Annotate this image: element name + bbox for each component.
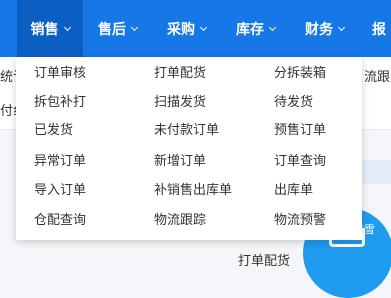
menu-item-presale-orders[interactable]: 预售订单 <box>274 122 326 140</box>
chevron-down-icon <box>63 23 71 31</box>
nav-after-sales[interactable]: 售后 <box>98 0 139 57</box>
nav-inventory-label: 库存 <box>236 21 264 38</box>
nav-reports-label: 报 <box>372 21 386 38</box>
menu-item-warehouse-query[interactable]: 仓配查询 <box>34 212 86 230</box>
menu-item-order-review[interactable]: 订单审核 <box>34 65 86 83</box>
menu-item-shipped[interactable]: 已发货 <box>34 122 73 140</box>
nav-sales[interactable]: 销售 <box>17 0 83 57</box>
top-nav: 销售 售后 采购 库存 财务 报 <box>0 0 391 57</box>
menu-item-exception-orders[interactable]: 异常订单 <box>34 153 86 171</box>
nav-finance-label: 财务 <box>305 21 333 38</box>
nav-after-sales-label: 售后 <box>98 21 126 38</box>
menu-item-order-query[interactable]: 订单查询 <box>274 153 326 171</box>
menu-item-pending-shipment[interactable]: 待发货 <box>274 94 313 112</box>
nav-inventory[interactable]: 库存 <box>236 0 277 57</box>
menu-item-unpaid-orders[interactable]: 未付款订单 <box>154 122 219 140</box>
menu-item-split-packing[interactable]: 分拆装箱 <box>274 65 326 83</box>
menu-item-unpack-reprint[interactable]: 拆包补打 <box>34 94 86 112</box>
menu-item-outbound-list[interactable]: 出库单 <box>274 182 313 200</box>
menu-item-import-orders[interactable]: 导入订单 <box>34 182 86 200</box>
menu-item-sales-outbound[interactable]: 补销售出库单 <box>154 182 232 200</box>
chevron-down-icon <box>130 23 139 31</box>
nav-reports[interactable]: 报 <box>372 0 386 57</box>
menu-item-logistics-tracking[interactable]: 物流跟踪 <box>154 212 206 230</box>
nav-purchase-label: 采购 <box>167 21 195 38</box>
background-label: 打单配货 <box>238 254 291 269</box>
nav-purchase[interactable]: 采购 <box>167 0 208 57</box>
sales-dropdown-menu: 订单审核 拆包补打 已发货 异常订单 导入订单 仓配查询 打单配货 扫描发货 未… <box>16 57 362 240</box>
nav-finance[interactable]: 财务 <box>305 0 346 57</box>
background-text: 流跟 <box>364 70 391 85</box>
chevron-down-icon <box>268 23 277 31</box>
menu-item-new-order[interactable]: 新增订单 <box>154 153 206 171</box>
chevron-down-icon <box>337 23 346 31</box>
nav-sales-label: 销售 <box>30 21 59 38</box>
menu-item-scan-ship[interactable]: 扫描发货 <box>154 94 206 112</box>
menu-item-print-picking[interactable]: 打单配货 <box>154 65 206 83</box>
menu-item-logistics-alert[interactable]: 物流预警 <box>274 212 326 230</box>
chevron-down-icon <box>199 23 208 31</box>
